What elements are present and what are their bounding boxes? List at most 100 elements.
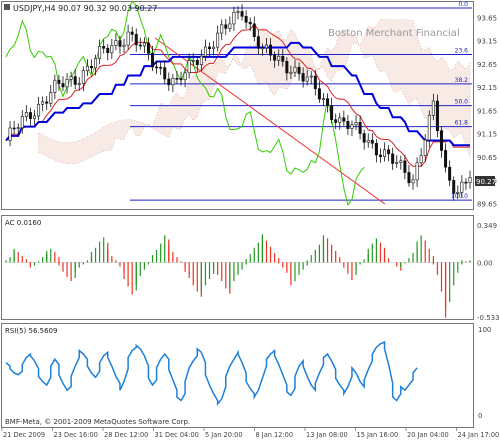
candle-body — [138, 44, 142, 47]
symbol-title: USDJPY,H4 90.07 90.32 90.03 90.27 — [13, 4, 157, 13]
candle-body — [460, 181, 464, 193]
candle-body — [167, 78, 171, 86]
candle-body — [277, 55, 281, 61]
candle-body — [415, 162, 419, 181]
candle-body — [448, 166, 452, 181]
candle-body — [411, 179, 415, 184]
time-axis-label: 23 Dec 16:00 — [54, 431, 98, 439]
candle-body — [391, 153, 395, 164]
rsi-panel-frame — [1, 323, 474, 428]
candle-body — [8, 127, 12, 141]
candle-body — [444, 150, 448, 168]
candle-body — [313, 75, 317, 89]
candle-body — [301, 73, 305, 82]
time-axis-label: 28 Dec 12:00 — [104, 431, 148, 439]
price-axis-label: 91.15 — [477, 131, 497, 139]
candle-body — [285, 61, 289, 74]
chart-window: 0.0 23.6 38.2 50.0 61.8 100.0 93.65 93.15 92.65… — [0, 0, 500, 439]
candle-body — [24, 112, 28, 117]
trading-chart[interactable]: 0.023.638.250.061.8100.0 93.6593.1592.65… — [0, 0, 500, 439]
candle-body — [146, 42, 150, 54]
candle-body — [94, 58, 98, 69]
candle-body — [240, 11, 244, 17]
price-axis-label: 92.65 — [477, 61, 497, 69]
candle-body — [12, 127, 16, 130]
candle-body — [187, 60, 191, 74]
candle-body — [236, 11, 240, 13]
candle-body — [248, 21, 252, 25]
candle-body — [452, 180, 456, 194]
candle-body — [106, 47, 110, 54]
candle-body — [65, 78, 69, 88]
fib-level-label: 38.2 — [455, 77, 469, 84]
time-axis-label: 15 Jan 16:00 — [357, 431, 399, 439]
candle-body — [77, 83, 81, 85]
candle-body — [435, 100, 439, 132]
candle-body — [354, 122, 358, 126]
price-axis-label: 90.65 — [477, 154, 497, 162]
copyright-text: BMF-Meta, © 2001-2009 MetaQuotes Softwar… — [5, 418, 190, 426]
candle-body — [126, 31, 130, 46]
candle-body — [468, 177, 472, 184]
candle-body — [203, 46, 207, 57]
candle-body — [350, 124, 354, 129]
candle-body — [362, 133, 366, 143]
rsi-axis-label: 100 — [478, 326, 491, 334]
candle-body — [183, 72, 187, 81]
candle-body — [195, 59, 199, 65]
candle-body — [49, 92, 53, 104]
candle-body — [102, 46, 106, 49]
ac-axis-label: 0.00 — [477, 259, 493, 267]
candle-body — [212, 46, 216, 50]
candle-body — [464, 181, 468, 184]
candle-body — [110, 45, 114, 54]
fib-level-label: 61.8 — [455, 120, 469, 127]
current-price-tag: 90.27 — [476, 178, 496, 186]
candle-body — [334, 119, 338, 123]
candle-body — [326, 98, 330, 106]
candle-body — [269, 44, 273, 56]
candle-body — [151, 52, 155, 68]
rsi-title: RSI(5) 56.5609 — [5, 327, 57, 335]
candle-body — [130, 31, 134, 35]
candle-body — [431, 100, 435, 116]
candle-body — [224, 24, 228, 29]
time-axis-label: 20 Jan 04:00 — [407, 431, 449, 439]
candle-body — [16, 127, 20, 130]
candle-body — [134, 34, 138, 46]
time-axis-label: 13 Jan 08:00 — [306, 431, 348, 439]
candle-body — [228, 23, 232, 29]
price-axis-label: 92.15 — [477, 84, 497, 92]
candle-body — [53, 79, 57, 93]
candle-body — [69, 76, 73, 80]
candle-body — [342, 117, 346, 122]
candle-body — [122, 44, 126, 47]
time-axis-label: 24 Jan 17:00 — [458, 431, 500, 439]
candle-body — [273, 54, 277, 61]
price-axis-label: 93.65 — [477, 14, 497, 22]
ac-axis-label: -0.5335 — [477, 314, 500, 322]
candle-body — [142, 42, 146, 47]
candle-body — [37, 103, 41, 117]
candle-body — [383, 149, 387, 157]
ac-title: AC 0.0160 — [5, 219, 41, 227]
candle-body — [159, 66, 163, 69]
ac-axis-label: 0.349 — [477, 222, 497, 230]
candle-body — [403, 160, 407, 173]
candle-body — [256, 36, 260, 49]
candle-body — [440, 130, 444, 151]
candle-body — [32, 115, 36, 119]
candle-body — [378, 154, 382, 157]
time-axis-label: 21 Dec 2009 — [3, 431, 45, 439]
candle-body — [281, 55, 285, 62]
candle-body — [244, 15, 248, 23]
candle-body — [199, 55, 203, 65]
candle-body — [427, 114, 431, 141]
candle-body — [309, 75, 313, 78]
candle-body — [73, 76, 77, 85]
candle-body — [260, 47, 264, 50]
time-axis-label: 31 Dec 04:00 — [155, 431, 199, 439]
candle-body — [208, 46, 212, 50]
broker-watermark: Boston Merchant Financial — [328, 28, 460, 39]
candle-body — [61, 83, 65, 88]
